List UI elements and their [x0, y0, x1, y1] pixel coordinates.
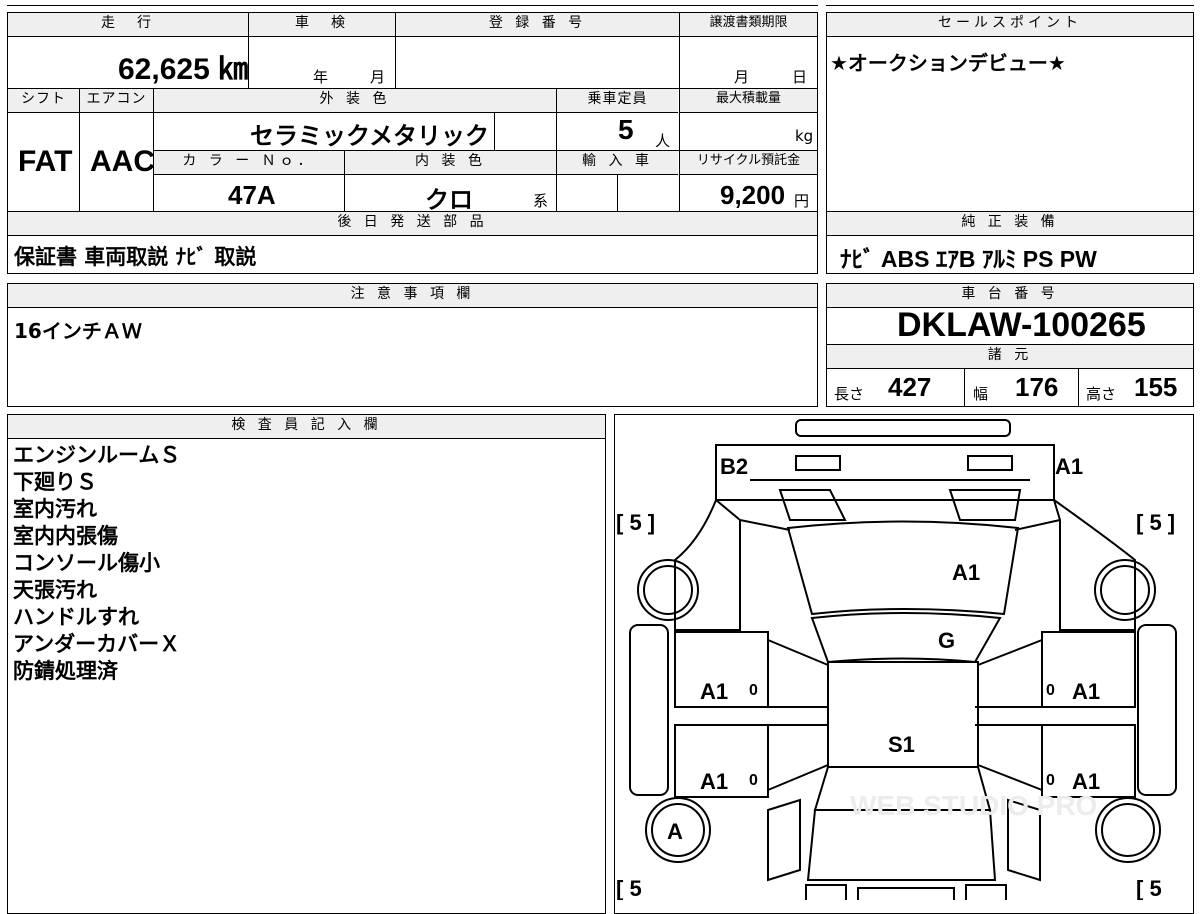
exterior-color-header: 外 装 色: [154, 89, 556, 113]
ac-value: AAC: [90, 145, 155, 178]
color-no-header: カ ラ ー Ｎｏ．: [154, 151, 344, 175]
inspector-line: アンダーカバーＸ: [13, 632, 181, 656]
chassis-number: DKLAW-100265: [897, 306, 1146, 344]
inspector-line: 室内内張傷: [13, 524, 118, 548]
car-damage-diagram: B2 A1 [ 5 ] [ 5 ] A1 G A1 0 0 A1 S1 A1 0…: [616, 419, 1177, 900]
pillar-mark: 0: [1046, 682, 1055, 699]
later-parts-text: 保証書 車両取説 ﾅﾋﾞ 取説: [14, 245, 257, 269]
tire-rating-front-right: [ 5 ]: [1136, 510, 1175, 535]
tire-rating-rear-left: [ 5: [616, 876, 642, 900]
mileage-header: 走 行: [8, 13, 248, 37]
sales-point-header: セールスポイント: [827, 13, 1193, 37]
chassis-header: 車 台 番 号: [827, 284, 1193, 308]
panel-label-top-right: A1: [1055, 454, 1083, 479]
pillar-mark: 0: [749, 772, 758, 789]
panel-label-hood: A1: [952, 560, 980, 585]
inspection-year-label: 年: [313, 68, 329, 86]
transfer-day-label: 日: [792, 68, 808, 86]
mileage-value: 62,625 ㎞: [118, 53, 249, 86]
recycle-fee-value: 9,200: [720, 180, 786, 210]
transfer-month-label: 月: [734, 68, 750, 86]
watermark-text: WEB STUDIO PRO: [850, 790, 1097, 821]
exterior-color-value: セラミックメタリック: [250, 123, 490, 150]
pillar-mark: 0: [1046, 772, 1055, 789]
ac-header: エアコン: [80, 89, 153, 113]
max-load-unit: kg: [795, 127, 814, 145]
inspector-header: 検 査 員 記 入 欄: [8, 415, 605, 439]
top-cutoff-line: [7, 5, 818, 6]
inspector-line: 防錆処理済: [13, 659, 118, 683]
import-header: 輸 入 車: [557, 151, 678, 175]
capacity-value: 5: [618, 114, 634, 145]
later-parts-header: 後 日 発 送 部 品: [8, 212, 817, 236]
panel-label-door-front-right: A1: [1072, 679, 1100, 704]
sales-point-box: [826, 12, 1194, 212]
inspection-header: 車 検: [249, 13, 395, 37]
interior-color-value: クロ: [425, 187, 473, 214]
tire-rating-front-left: [ 5 ]: [616, 510, 655, 535]
recycle-fee-unit: 円: [794, 192, 810, 210]
inspector-lines: エンジンルームＳ 下廻りＳ 室内汚れ 室内内張傷 コンソール傷小 天張汚れ ハン…: [13, 442, 180, 685]
panel-label-b2: B2: [720, 454, 748, 479]
inspection-month-label: 月: [370, 68, 386, 86]
panel-label-windshield: G: [938, 628, 955, 653]
height-label: 高さ: [1086, 385, 1117, 403]
genuine-equipment-header: 純 正 装 備: [827, 212, 1193, 236]
color-no-value: 47A: [228, 180, 276, 210]
transfer-deadline-header: 譲渡書類期限: [680, 13, 817, 37]
width-label: 幅: [973, 385, 989, 403]
interior-color-suffix: 系: [533, 192, 549, 210]
shift-value: FAT: [18, 145, 73, 178]
height-value: 155: [1134, 372, 1178, 402]
max-load-header: 最大積載量: [680, 89, 817, 113]
panel-label-door-rear-left: A1: [700, 769, 728, 794]
inspector-line: 下廻りＳ: [13, 470, 97, 494]
notes-text: 16インチＡＷ: [14, 319, 142, 343]
length-label: 長さ: [834, 385, 865, 403]
spec-header: 諸 元: [827, 345, 1193, 369]
capacity-header: 乗車定員: [557, 89, 678, 113]
panel-label-roof: S1: [888, 732, 915, 757]
recycle-header: リサイクル預託金: [680, 151, 817, 175]
inspector-line: コンソール傷小: [13, 551, 160, 575]
capacity-unit: 人: [655, 132, 671, 150]
tire-rating-rear-right: [ 5: [1136, 876, 1162, 900]
registration-header: 登 録 番 号: [396, 13, 679, 37]
inspector-line: エンジンルームＳ: [13, 443, 181, 467]
notes-header: 注 意 事 項 欄: [8, 284, 817, 308]
panel-label-wheel-rear-left: A: [667, 819, 683, 844]
shift-header: シフト: [8, 89, 79, 113]
width-value: 176: [1015, 372, 1059, 402]
inspector-line: 天張汚れ: [13, 578, 97, 602]
inspector-line: 室内汚れ: [13, 497, 97, 521]
inspector-line: ハンドルすれ: [13, 605, 139, 629]
pillar-mark: 0: [749, 682, 758, 699]
interior-color-header: 内 装 色: [345, 151, 556, 175]
sales-point-text: ★オークションデビュー★: [830, 51, 1066, 75]
panel-label-door-front-left: A1: [700, 679, 728, 704]
genuine-equipment-text: ﾅﾋﾞ ABS ｴｱB ｱﾙﾐ PS PW: [840, 246, 1097, 272]
length-value: 427: [888, 372, 932, 402]
